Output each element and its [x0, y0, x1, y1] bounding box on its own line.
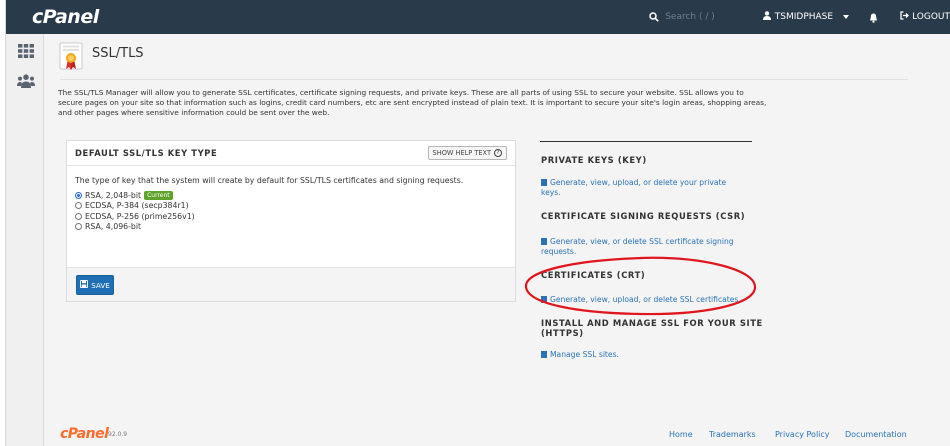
key-type-description: The type of key that the system will cre…: [75, 176, 464, 185]
footer-link-trademarks[interactable]: Trademarks: [709, 430, 756, 439]
radio-button[interactable]: [75, 202, 82, 210]
save-icon: [80, 280, 91, 290]
key-type-options: RSA, 2,048-bit Current ECDSA, P-384 (secp3…: [75, 190, 507, 232]
red-ellipse-annotation: [524, 256, 757, 316]
document-icon: [541, 238, 547, 245]
logout-button[interactable]: LOGOUT: [900, 11, 950, 23]
key-type-title: DEFAULT SSL/TLS KEY TYPE: [75, 148, 218, 158]
footer-link-home[interactable]: Home: [669, 430, 693, 439]
footer-cpanel-logo[interactable]: cPanel: [60, 426, 109, 442]
search-input[interactable]: Search ( / ): [665, 12, 715, 22]
radio-button[interactable]: [75, 212, 82, 220]
private-keys-heading: PRIVATE KEYS (KEY): [541, 155, 647, 165]
private-keys-link[interactable]: Generate, view, upload, or delete your p…: [541, 178, 741, 198]
logout-label: LOGOUT: [912, 12, 950, 22]
question-icon: ?: [494, 149, 502, 157]
csr-link[interactable]: Generate, view, or delete SSL certificat…: [541, 237, 741, 257]
top-bar: cPanel Search ( / ) TSMIDPHASE LOGOUT: [6, 0, 950, 34]
key-type-panel: DEFAULT SSL/TLS KEY TYPE SHOW HELP TEXT …: [66, 140, 516, 302]
key-type-option[interactable]: RSA, 4,096-bit: [75, 222, 507, 233]
manage-ssl-sites-link[interactable]: Manage SSL sites.: [541, 350, 741, 360]
document-icon: [541, 179, 547, 186]
csr-link-text: Generate, view, or delete SSL certificat…: [541, 237, 734, 256]
radio-button[interactable]: [75, 191, 82, 199]
save-label: SAVE: [91, 280, 110, 290]
key-type-option[interactable]: ECDSA, P-256 (prime256v1): [75, 211, 507, 222]
private-keys-link-text: Generate, view, upload, or delete your p…: [541, 178, 727, 197]
search-box[interactable]: Search ( / ): [649, 12, 715, 22]
key-type-option[interactable]: ECDSA, P-384 (secp384r1): [75, 201, 507, 212]
csr-heading: CERTIFICATE SIGNING REQUESTS (CSR): [541, 211, 746, 221]
footer-link-documentation[interactable]: Documentation: [845, 430, 907, 439]
user-menu[interactable]: TSMIDPHASE: [762, 11, 850, 23]
document-icon: [541, 351, 547, 358]
right-column-divider: [540, 141, 752, 142]
notifications-button[interactable]: [869, 8, 878, 27]
user-icon: [762, 11, 771, 23]
help-button-label: SHOW HELP TEXT: [432, 149, 491, 157]
title-divider: [60, 79, 908, 80]
show-help-text-button[interactable]: SHOW HELP TEXT ?: [427, 146, 507, 160]
key-type-option-label: RSA, 2,048-bit: [85, 190, 142, 200]
key-type-panel-footer: SAVE: [67, 267, 515, 301]
key-type-option-label: ECDSA, P-384 (secp384r1): [85, 201, 189, 211]
rail-users-button[interactable]: [16, 72, 36, 92]
bell-icon: [869, 8, 878, 27]
save-button[interactable]: SAVE: [76, 275, 114, 295]
cpanel-logo[interactable]: cPanel: [32, 6, 99, 28]
key-type-option[interactable]: RSA, 2,048-bit Current: [75, 190, 507, 201]
logout-icon: [900, 11, 909, 23]
users-icon: [17, 73, 35, 92]
caret-down-icon: [843, 12, 850, 22]
rail-tools-button[interactable]: [16, 42, 36, 62]
key-type-option-label: ECDSA, P-256 (prime256v1): [85, 211, 195, 221]
key-type-option-label: RSA, 4,096-bit: [85, 222, 142, 232]
grid-icon: [18, 43, 34, 62]
username-label: TSMIDPHASE: [774, 12, 834, 22]
ssl-certificate-icon: [59, 42, 83, 72]
topbar-right: Search ( / ) TSMIDPHASE LOGOUT: [649, 0, 950, 34]
page-title: SSL/TLS: [92, 46, 144, 61]
install-ssl-heading: INSTALL AND MANAGE SSL FOR YOUR SITE (HT…: [541, 318, 763, 338]
left-rail: [6, 34, 44, 446]
footer-link-privacy-policy[interactable]: Privacy Policy: [775, 430, 830, 439]
footer-version: 92.0.9: [108, 431, 128, 438]
key-type-panel-body: The type of key that the system will cre…: [67, 166, 515, 232]
intro-text: The SSL/TLS Manager will allow you to ge…: [58, 88, 767, 118]
key-type-panel-header: DEFAULT SSL/TLS KEY TYPE SHOW HELP TEXT …: [67, 141, 515, 166]
manage-ssl-sites-link-text: Manage SSL sites.: [550, 350, 619, 359]
radio-button[interactable]: [75, 223, 82, 231]
current-badge: Current: [144, 190, 173, 200]
search-icon: [649, 12, 660, 22]
